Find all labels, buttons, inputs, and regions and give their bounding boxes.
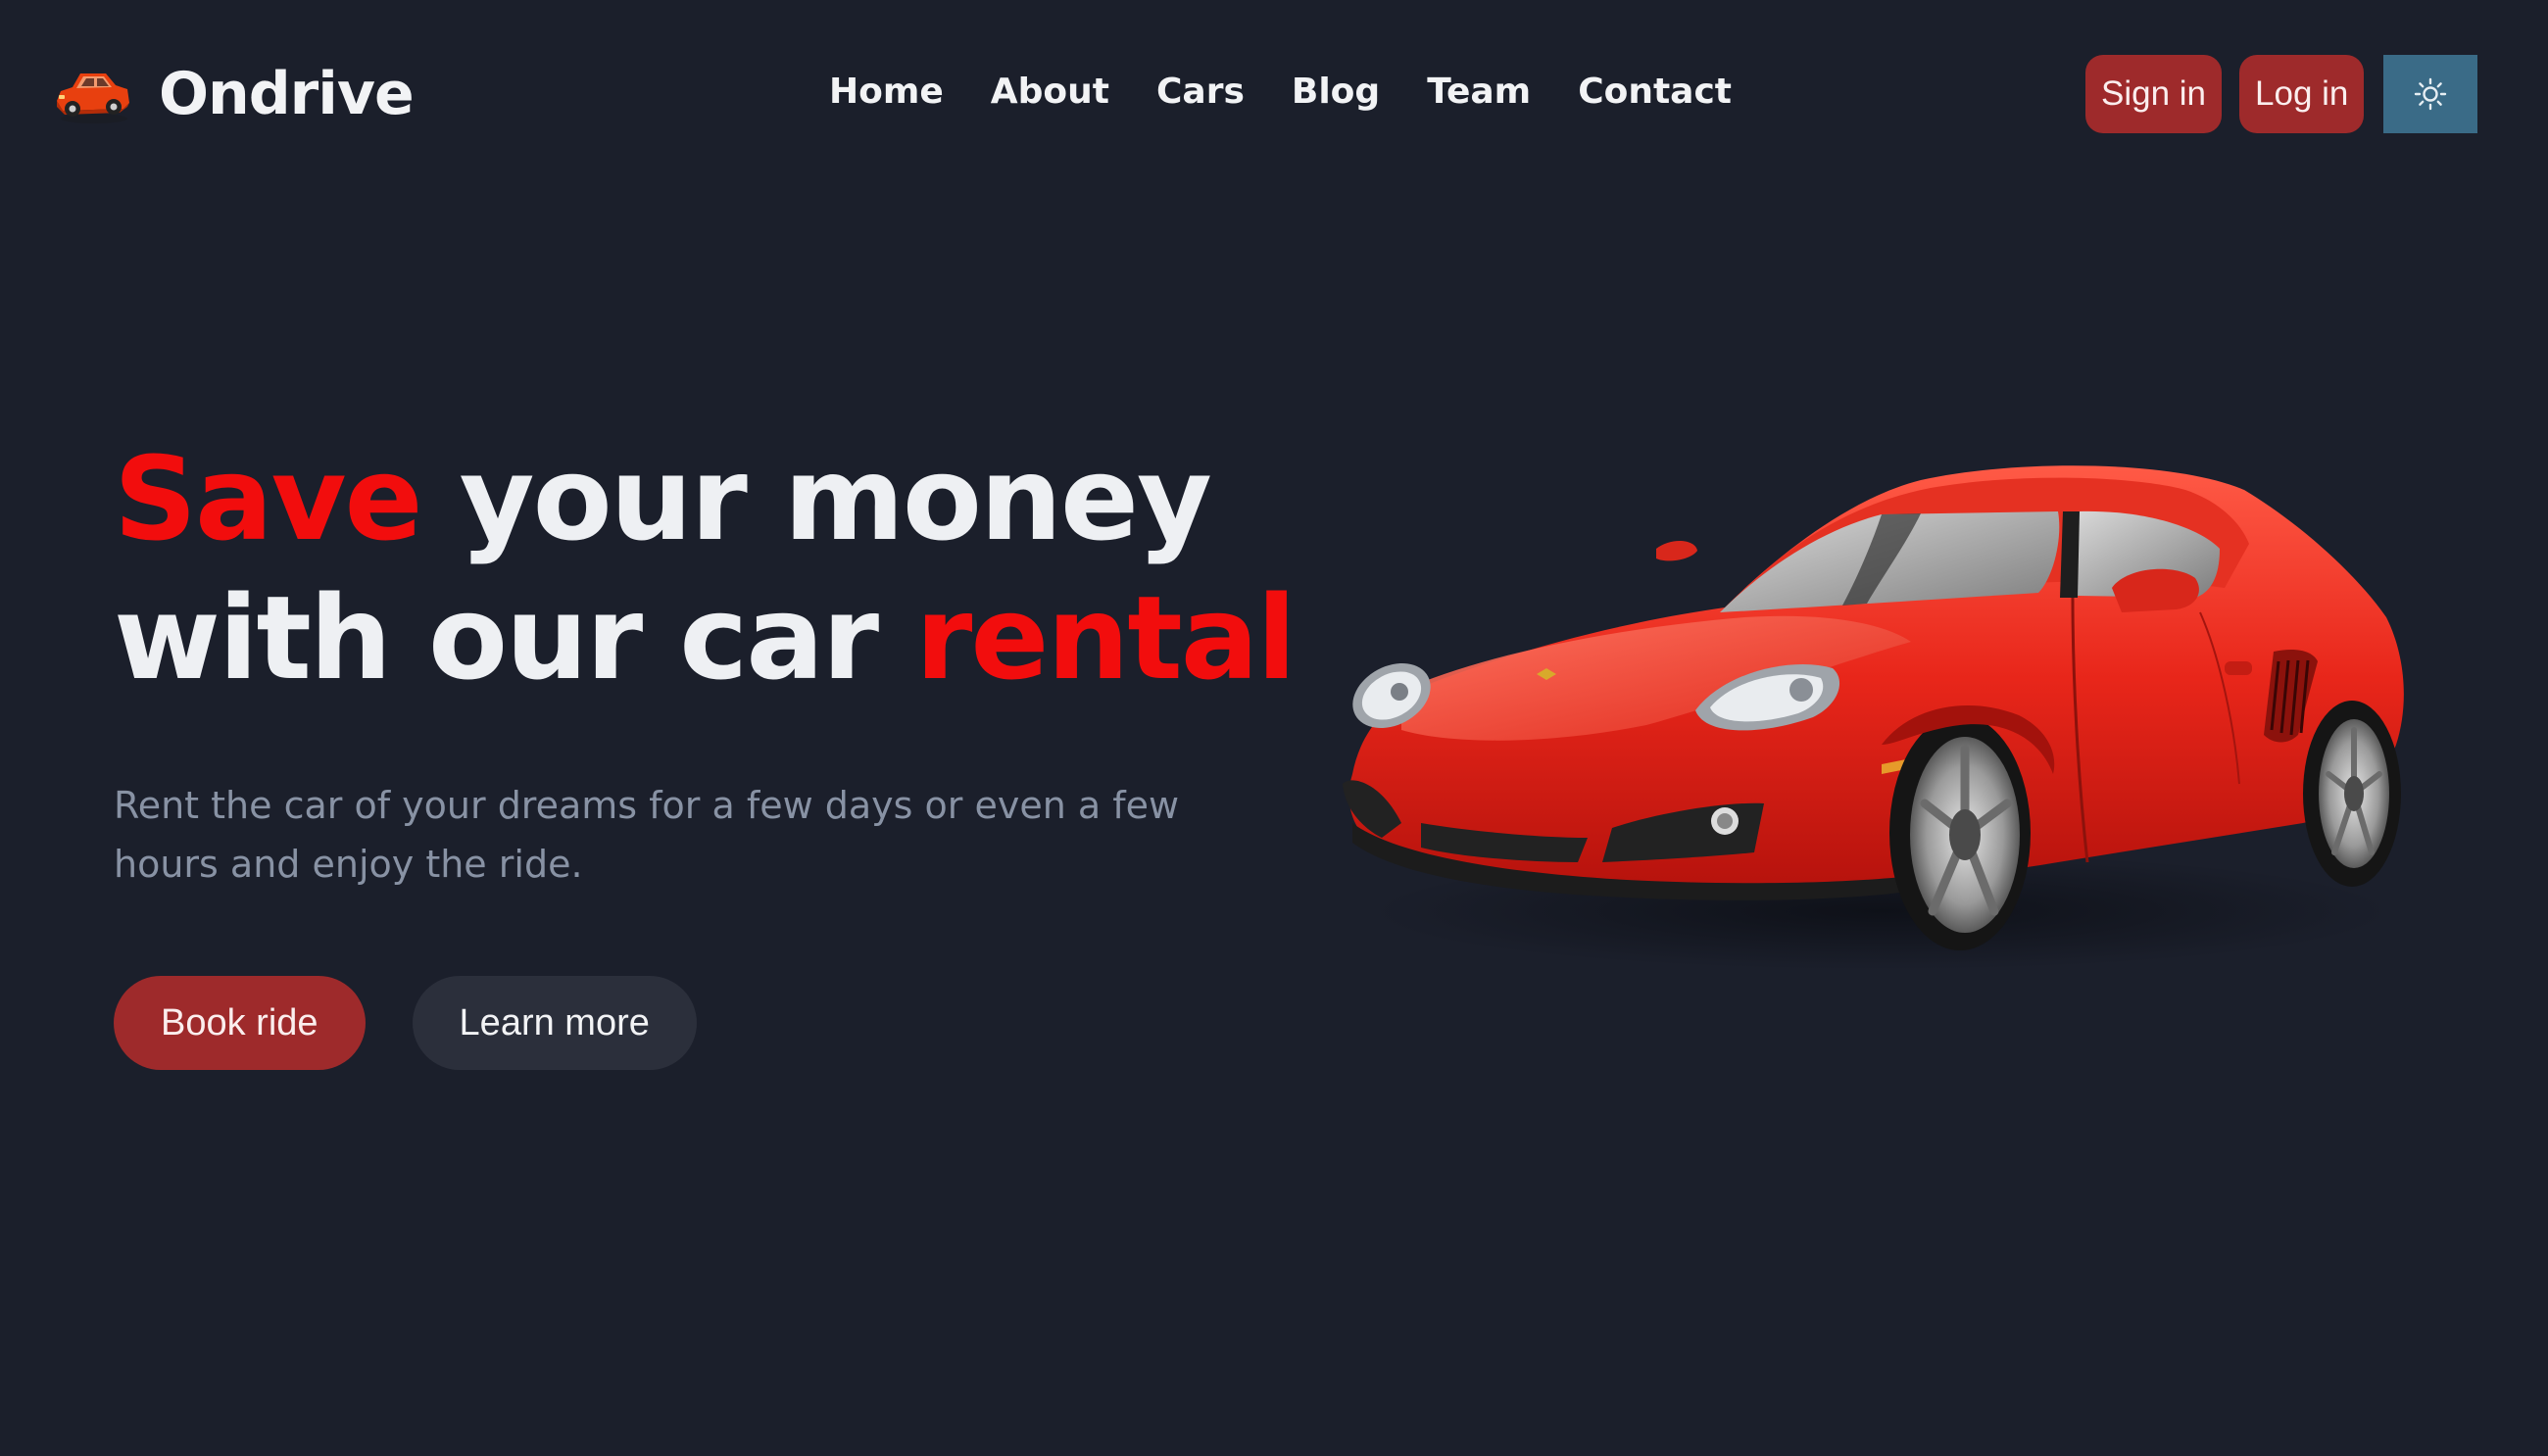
hero-title-accent-save: Save	[114, 431, 423, 566]
log-in-button[interactable]: Log in	[2239, 55, 2365, 133]
learn-more-button[interactable]: Learn more	[412, 976, 697, 1070]
red-sports-car-image	[1343, 465, 2404, 970]
hero-title-line-1: your money	[420, 431, 1212, 566]
book-ride-button[interactable]: Book ride	[114, 976, 366, 1070]
theme-toggle-button[interactable]	[2383, 55, 2477, 133]
brand-name: Ondrive	[159, 60, 415, 128]
brand-logo[interactable]: Ondrive	[51, 57, 415, 131]
nav-item-cars[interactable]: Cars	[1156, 65, 1245, 120]
nav-item-about[interactable]: About	[991, 65, 1109, 120]
auth-buttons: Sign in Log in	[2085, 55, 2365, 133]
hero-title-line-2: with our car	[114, 570, 916, 705]
hero-title: Save your money with our car rental	[114, 429, 1297, 707]
nav-item-team[interactable]: Team	[1427, 65, 1531, 120]
nav-item-home[interactable]: Home	[829, 65, 944, 120]
nav-item-blog[interactable]: Blog	[1292, 65, 1380, 120]
main-nav: Home About Cars Blog Team Contact	[829, 65, 1732, 120]
sign-in-button[interactable]: Sign in	[2085, 55, 2223, 133]
car-icon	[57, 73, 129, 123]
nav-item-contact[interactable]: Contact	[1578, 65, 1732, 120]
hero-title-accent-rental: rental	[915, 570, 1297, 705]
hero-subtitle: Rent the car of your dreams for a few da…	[114, 784, 1180, 886]
site-header: Ondrive Home About Cars Blog Team Contac…	[0, 0, 2548, 186]
hero-actions: Book ride Learn more	[114, 976, 697, 1070]
sun-icon	[2414, 77, 2447, 111]
